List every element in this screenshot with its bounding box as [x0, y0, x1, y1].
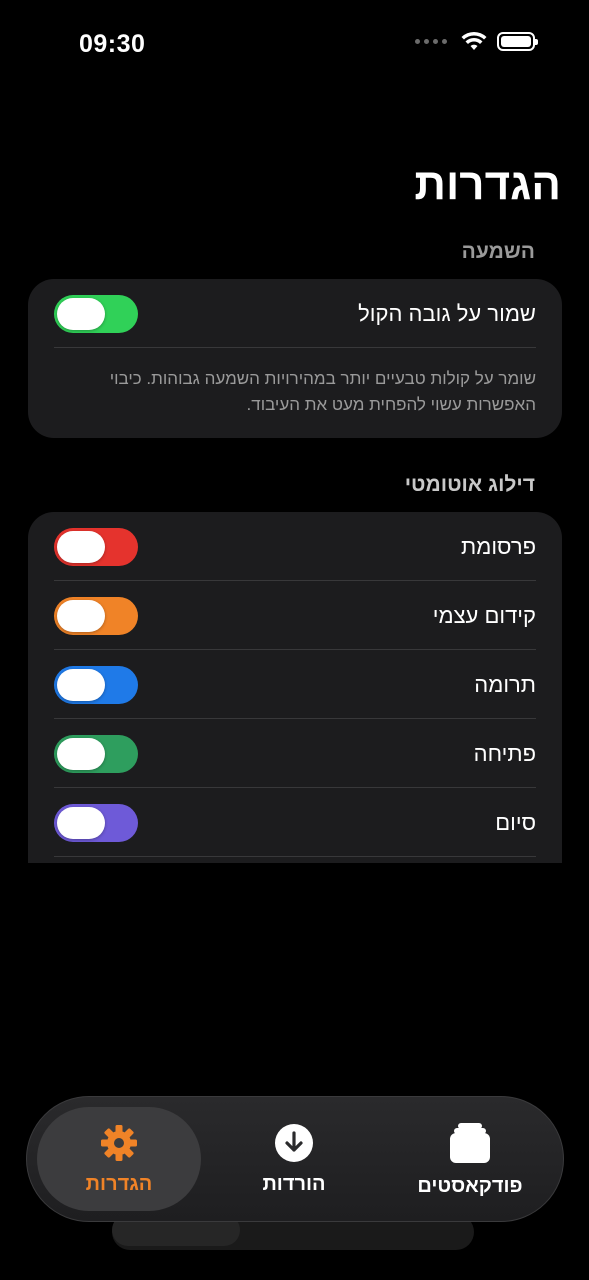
- auto-skip-label: פרסומת: [461, 534, 536, 559]
- toggle-knob: [57, 669, 105, 701]
- divider: [54, 347, 536, 348]
- auto-skip-label: פתיחה: [473, 741, 536, 766]
- download-icon: [274, 1123, 314, 1163]
- divider: [54, 856, 536, 857]
- auto-skip-row[interactable]: פרסומת: [28, 512, 562, 581]
- listening-card: שמור על גובה הקול שומר על קולות טבעיים י…: [28, 279, 562, 438]
- page-title: הגדרות: [414, 160, 561, 209]
- tab-settings[interactable]: הגדרות: [37, 1107, 201, 1211]
- keep-volume-description: שומר על קולות טבעיים יותר במהירויות השמע…: [109, 369, 536, 414]
- auto-skip-toggle[interactable]: [54, 597, 138, 635]
- battery-icon: [497, 31, 538, 51]
- keep-volume-row[interactable]: שמור על גובה הקול: [28, 279, 562, 348]
- toggle-knob: [57, 298, 105, 330]
- section-header-auto-skip: דילוג אוטומטי: [404, 473, 535, 496]
- toggle-knob: [57, 600, 105, 632]
- status-icons: [415, 31, 538, 51]
- auto-skip-card: פרסומת קידום עצמי תרומה פתיחה סיום: [28, 512, 562, 863]
- auto-skip-row[interactable]: פתיחה: [28, 719, 562, 788]
- status-bar: 09:30: [0, 0, 589, 90]
- tab-podcasts-label: פודקאסטים: [417, 1174, 523, 1197]
- auto-skip-toggle[interactable]: [54, 528, 138, 566]
- status-time: 09:30: [79, 30, 146, 58]
- auto-skip-label: קידום עצמי: [432, 603, 536, 628]
- section-header-listening: השמעה: [461, 240, 535, 263]
- toggle-knob: [57, 531, 105, 563]
- auto-skip-toggle[interactable]: [54, 666, 138, 704]
- tab-downloads[interactable]: הורדות: [212, 1107, 376, 1211]
- tab-downloads-label: הורדות: [262, 1172, 326, 1195]
- auto-skip-row[interactable]: תרומה: [28, 650, 562, 719]
- stack-icon: [448, 1121, 492, 1165]
- auto-skip-toggle[interactable]: [54, 735, 138, 773]
- wifi-icon: [461, 31, 487, 50]
- tab-settings-label: הגדרות: [85, 1172, 153, 1195]
- auto-skip-label: תרומה: [474, 672, 536, 697]
- cellular-signal-icon: [415, 38, 447, 44]
- toggle-knob: [57, 807, 105, 839]
- toggle-knob: [57, 738, 105, 770]
- gear-icon: [99, 1123, 139, 1163]
- auto-skip-label: סיום: [495, 810, 536, 835]
- tab-podcasts[interactable]: פודקאסטים: [385, 1107, 555, 1211]
- auto-skip-row[interactable]: קידום עצמי: [28, 581, 562, 650]
- auto-skip-row[interactable]: סיום: [28, 788, 562, 857]
- keep-volume-label: שמור על גובה הקול: [358, 301, 536, 326]
- auto-skip-toggle[interactable]: [54, 804, 138, 842]
- keep-volume-toggle[interactable]: [54, 295, 138, 333]
